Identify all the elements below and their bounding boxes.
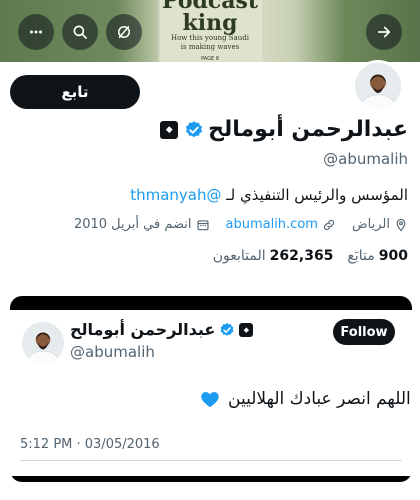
verified-badge-icon[interactable] xyxy=(184,120,204,140)
profile-bio: المؤسس والرئيس التنفيذي لـ @thmanyah xyxy=(130,186,408,204)
tweet-text: اللهم انصر عبادك الهلاليين xyxy=(228,389,411,409)
mute-icon xyxy=(118,26,130,38)
affiliate-badge-icon: ◆ xyxy=(239,322,254,337)
verified-badge-icon xyxy=(220,322,234,336)
magazine-page-number: PAGE 8 xyxy=(201,56,219,62)
profile-meta-row: الرياض abumalih.com انضم في أبريل 2010 xyxy=(58,217,408,232)
tweet-divider xyxy=(20,460,402,461)
profile-name-row: عبدالرحمن أبومالح ◆ xyxy=(160,116,408,144)
mute-button[interactable] xyxy=(106,14,142,50)
followers-label: المتابعون xyxy=(212,248,266,264)
joined-text: انضم في أبريل 2010 xyxy=(73,217,192,232)
bio-mention-link[interactable]: @thmanyah xyxy=(130,186,221,204)
more-icon xyxy=(30,30,42,34)
blue-heart-icon xyxy=(201,392,219,408)
search-icon xyxy=(73,25,87,39)
tweet-timestamp: 5:12 PM · 03/05/2016 xyxy=(20,437,160,452)
tweet-author-name[interactable]: عبدالرحمن أبومالح xyxy=(70,320,215,339)
banner-magazine-image: Podcast king How this young Saudi is mak… xyxy=(160,0,260,62)
website-link[interactable]: abumalih.com xyxy=(226,217,318,232)
profile-banner: Podcast king How this young Saudi is mak… xyxy=(0,0,420,62)
profile-avatar[interactable] xyxy=(352,60,404,112)
website-item[interactable]: abumalih.com xyxy=(226,217,336,232)
profile-handle: @abumalih xyxy=(323,150,408,168)
joined-item: انضم في أبريل 2010 xyxy=(74,217,210,232)
magazine-title: Podcast king xyxy=(161,0,259,36)
bio-text: المؤسس والرئيس التنفيذي لـ xyxy=(221,186,408,204)
link-icon xyxy=(323,219,335,230)
affiliate-badge-icon[interactable]: ◆ xyxy=(160,121,179,139)
following-count: 900 xyxy=(378,248,408,264)
tweet-author-handle[interactable]: @abumalih xyxy=(70,343,155,361)
tweet-author-avatar[interactable] xyxy=(22,322,64,364)
display-name: عبدالرحمن أبومالح xyxy=(208,117,408,142)
follow-button[interactable]: تابع xyxy=(10,75,140,109)
tweet-author-row: ◆ عبدالرحمن أبومالح xyxy=(70,320,254,339)
more-options-button[interactable] xyxy=(18,14,54,50)
profile-stats-row: 900 متابَع 262,365 المتابعون xyxy=(199,248,408,264)
forward-button[interactable] xyxy=(366,14,402,50)
calendar-icon xyxy=(196,219,209,230)
avatar-photo xyxy=(22,322,64,364)
search-button[interactable] xyxy=(62,14,98,50)
location-pin-icon xyxy=(396,218,406,231)
location-item: الرياض xyxy=(352,217,408,232)
location-text: الرياض xyxy=(351,217,390,232)
avatar-photo xyxy=(355,63,401,109)
magazine-subtitle: How this young Saudi is making waves xyxy=(170,34,249,51)
followers-stat[interactable]: 262,365 المتابعون xyxy=(213,248,334,264)
following-stat[interactable]: 900 متابَع xyxy=(347,248,408,264)
following-label: متابَع xyxy=(347,248,375,264)
tweet-follow-button[interactable]: Follow xyxy=(333,319,395,345)
arrow-right-icon xyxy=(377,26,391,38)
followers-count: 262,365 xyxy=(269,248,334,264)
